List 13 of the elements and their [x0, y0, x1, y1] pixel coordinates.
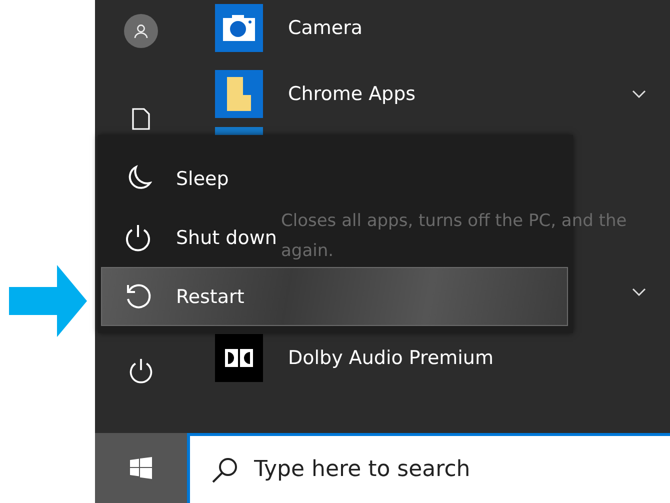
power-menu-item[interactable]: Shut down — [101, 208, 278, 267]
power-menu-item[interactable]: Restart — [101, 267, 568, 326]
app-name[interactable]: Camera — [288, 17, 646, 39]
menu-item-label: Shut down — [176, 226, 277, 248]
tooltip-text: again. — [281, 240, 335, 263]
power-menu-item[interactable]: Sleep — [101, 149, 230, 208]
search-bar[interactable]: Type here to search — [187, 433, 670, 503]
menu-item-label: Sleep — [176, 168, 229, 190]
menu-item-label: Restart — [176, 286, 244, 308]
folder-name[interactable]: Chrome Apps — [288, 83, 632, 105]
app-name[interactable]: Dolby Audio Premium — [288, 347, 646, 369]
tooltip-text: Closes all apps, turns off the PC, and the — [281, 210, 627, 233]
search-field[interactable]: Type here to search — [252, 456, 670, 483]
